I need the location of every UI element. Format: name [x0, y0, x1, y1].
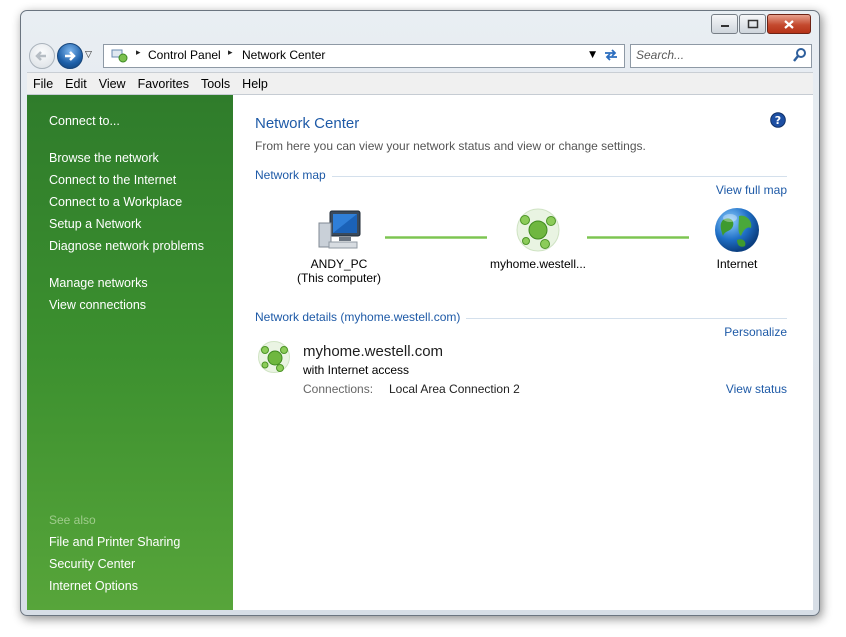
menu-tools[interactable]: Tools	[195, 77, 236, 91]
computer-name: ANDY_PC	[310, 257, 368, 271]
task-manage-networks[interactable]: Manage networks	[49, 276, 148, 290]
menu-bar: File Edit View Favorites Tools Help	[27, 72, 813, 95]
network-details-heading: Network details (myhome.westell.com)	[255, 310, 467, 324]
see-also-heading: See also	[49, 513, 96, 527]
caption-buttons	[710, 14, 811, 34]
network-name: myhome.westell.com	[303, 343, 444, 360]
task-connect-internet[interactable]: Connect to the Internet	[49, 173, 176, 187]
address-dropdown-icon[interactable]: ▼	[589, 50, 596, 60]
back-button[interactable]	[29, 43, 55, 69]
connection-line-computer-network	[385, 236, 487, 239]
breadcrumb-network-center[interactable]: Network Center	[242, 48, 325, 62]
globe-icon[interactable]	[713, 206, 761, 254]
task-diagnose-problems[interactable]: Diagnose network problems	[49, 239, 204, 253]
network-map-heading: Network map	[255, 168, 332, 182]
see-also-security-center[interactable]: Security Center	[49, 557, 135, 571]
history-dropdown-icon[interactable]: ▽	[85, 50, 92, 60]
search-input[interactable]: Search...	[630, 44, 812, 68]
task-pane: Connect to... Browse the network Connect…	[27, 95, 233, 610]
task-view-connections[interactable]: View connections	[49, 298, 146, 312]
forward-button[interactable]	[57, 43, 83, 69]
task-connect-to[interactable]: Connect to...	[49, 114, 120, 128]
connections-value: Local Area Connection 2	[389, 382, 520, 396]
computer-node-label[interactable]: ANDY_PC (This computer)	[269, 257, 409, 285]
internet-node-label[interactable]: Internet	[667, 257, 807, 271]
address-bar[interactable]: ▸ Control Panel ▸ Network Center ▼	[103, 44, 625, 68]
forward-arrow-icon	[65, 51, 76, 61]
back-arrow-icon	[35, 51, 46, 61]
menu-edit[interactable]: Edit	[59, 77, 93, 91]
search-placeholder: Search...	[636, 48, 685, 62]
menu-view[interactable]: View	[93, 77, 132, 91]
maximize-icon	[747, 19, 758, 29]
search-icon[interactable]	[792, 47, 808, 63]
personalize-link[interactable]: Personalize	[724, 325, 787, 339]
breadcrumb-control-panel[interactable]: Control Panel	[148, 48, 221, 62]
breadcrumb-separator-icon: ▸	[228, 48, 233, 58]
breadcrumb-separator-icon: ▸	[136, 48, 141, 58]
computer-icon[interactable]	[317, 209, 361, 251]
view-full-map-link[interactable]: View full map	[716, 183, 787, 197]
see-also-file-printer-sharing[interactable]: File and Printer Sharing	[49, 535, 180, 549]
network-icon[interactable]	[515, 207, 561, 253]
menu-file[interactable]: File	[27, 77, 59, 91]
network-node-label[interactable]: myhome.westell...	[468, 257, 608, 271]
page-title: Network Center	[255, 115, 360, 132]
menu-help[interactable]: Help	[236, 77, 274, 91]
map-divider	[255, 176, 787, 177]
computer-subtitle: (This computer)	[296, 271, 382, 285]
network-details-icon	[258, 341, 290, 373]
content-area: Connect to... Browse the network Connect…	[27, 94, 813, 610]
view-status-link[interactable]: View status	[726, 382, 787, 396]
explorer-window: ▽ ▸ Control Panel ▸ Network Center ▼ Sea…	[20, 10, 820, 616]
address-row: ▽ ▸ Control Panel ▸ Network Center ▼ Sea…	[27, 43, 813, 69]
menu-favorites[interactable]: Favorites	[132, 77, 195, 91]
connection-line-network-internet	[587, 236, 689, 239]
page-subtitle: From here you can view your network stat…	[255, 139, 646, 153]
svg-text:?: ?	[775, 114, 781, 127]
maximize-button[interactable]	[739, 14, 766, 34]
task-connect-workplace[interactable]: Connect to a Workplace	[49, 195, 182, 209]
minimize-icon	[720, 25, 729, 27]
refresh-icon[interactable]	[602, 46, 620, 64]
connections-label: Connections:	[303, 382, 374, 396]
see-also-internet-options[interactable]: Internet Options	[49, 579, 138, 593]
close-icon	[784, 19, 794, 29]
task-setup-network[interactable]: Setup a Network	[49, 217, 141, 231]
help-icon[interactable]: ?	[770, 112, 786, 128]
network-center-icon	[111, 49, 128, 63]
close-button[interactable]	[767, 14, 811, 34]
task-browse-network[interactable]: Browse the network	[49, 151, 159, 165]
main-panel: Network Center From here you can view yo…	[233, 95, 813, 610]
minimize-button[interactable]	[711, 14, 738, 34]
network-access: with Internet access	[303, 363, 410, 377]
